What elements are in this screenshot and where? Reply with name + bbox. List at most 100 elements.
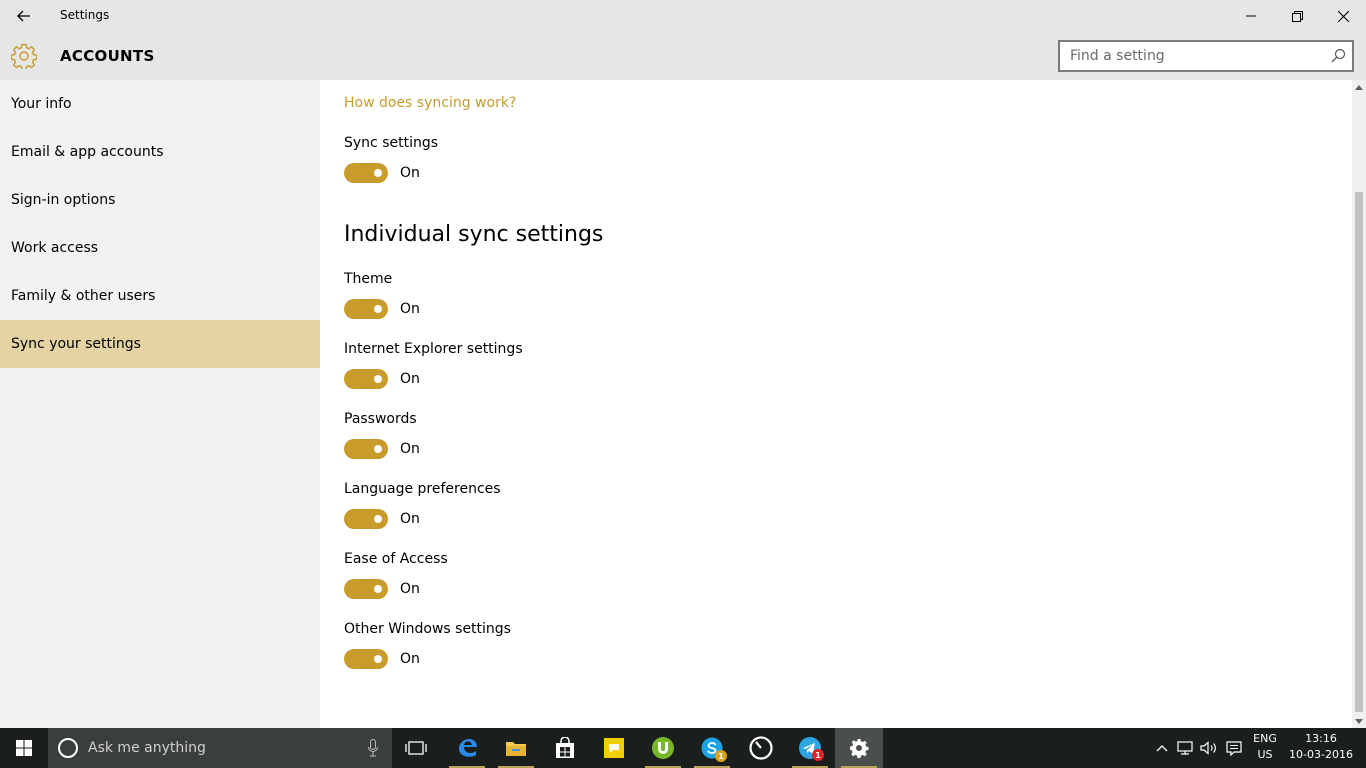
action-center-button[interactable] xyxy=(1222,728,1246,768)
vertical-scrollbar[interactable] xyxy=(1352,80,1366,728)
sidebar-item-family-other-users[interactable]: Family & other users xyxy=(0,272,320,320)
sidebar-item-email-app-accounts[interactable]: Email & app accounts xyxy=(0,128,320,176)
cortana-icon xyxy=(58,738,78,758)
gear-icon xyxy=(11,43,37,69)
task-view-icon xyxy=(405,741,427,755)
cortana-search-box[interactable]: Ask me anything xyxy=(48,728,392,768)
sidebar-item-label: Sign-in options xyxy=(11,192,116,208)
other-windows-settings-row: On xyxy=(344,649,420,669)
ease-of-access-row: On xyxy=(344,579,420,599)
theme-label: Theme xyxy=(344,271,393,287)
toggle-state-text: On xyxy=(400,651,420,667)
search-box[interactable] xyxy=(1058,40,1354,72)
sidebar: Your info Email & app accounts Sign-in o… xyxy=(0,80,320,728)
back-arrow-icon xyxy=(17,10,30,22)
input-language-indicator[interactable]: ENG US xyxy=(1250,731,1280,763)
page-title: ACCOUNTS xyxy=(60,47,155,65)
window-title: Settings xyxy=(60,8,110,22)
volume-button[interactable] xyxy=(1198,728,1220,768)
cortana-search-text: Ask me anything xyxy=(88,740,206,756)
toggle-knob xyxy=(374,375,382,383)
restore-button[interactable] xyxy=(1274,0,1320,32)
search-input[interactable] xyxy=(1060,42,1320,70)
task-view-button[interactable] xyxy=(392,728,440,768)
ease-of-access-toggle[interactable] xyxy=(344,579,388,599)
language-preferences-toggle[interactable] xyxy=(344,509,388,529)
theme-toggle[interactable] xyxy=(344,299,388,319)
toggle-knob xyxy=(374,305,382,313)
sync-settings-toggle[interactable] xyxy=(344,163,388,183)
toggle-state-text: On xyxy=(400,301,420,317)
stopwatch-icon xyxy=(749,736,773,760)
close-button[interactable] xyxy=(1320,0,1366,32)
how-syncing-works-link[interactable]: How does syncing work? xyxy=(344,95,516,111)
settings-taskbar-button[interactable] xyxy=(835,728,883,768)
close-icon xyxy=(1337,10,1349,22)
scroll-thumb[interactable] xyxy=(1355,192,1363,712)
skype-button[interactable]: 1 xyxy=(688,728,736,768)
notification-icon xyxy=(1226,740,1242,756)
sidebar-item-sync-your-settings[interactable]: Sync your settings xyxy=(0,320,320,368)
back-button[interactable] xyxy=(8,0,40,32)
passwords-label: Passwords xyxy=(344,411,417,427)
show-hidden-icons-button[interactable] xyxy=(1152,728,1172,768)
clock[interactable]: 13:16 10-03-2016 xyxy=(1288,731,1354,763)
language-region: US xyxy=(1257,748,1273,761)
windows-logo-icon xyxy=(16,740,32,756)
settings-header: ACCOUNTS xyxy=(0,32,1366,80)
sidebar-item-label: Work access xyxy=(11,240,99,256)
toggle-state-text: On xyxy=(400,371,420,387)
sidebar-item-label: Email & app accounts xyxy=(11,144,164,160)
utorrent-icon xyxy=(652,737,674,759)
language-preferences-label: Language preferences xyxy=(344,481,501,497)
clock-app-button[interactable] xyxy=(737,728,785,768)
ie-settings-toggle[interactable] xyxy=(344,369,388,389)
sidebar-item-your-info[interactable]: Your info xyxy=(0,80,320,128)
store-button[interactable] xyxy=(541,728,589,768)
ie-settings-label: Internet Explorer settings xyxy=(344,341,523,357)
network-button[interactable] xyxy=(1174,728,1196,768)
sidebar-item-label: Sync your settings xyxy=(11,336,141,352)
utorrent-button[interactable] xyxy=(639,728,687,768)
scroll-up-button[interactable] xyxy=(1352,80,1366,94)
passwords-toggle[interactable] xyxy=(344,439,388,459)
taskbar: Ask me anything 1 1 ENG US 13:16 10-03-2… xyxy=(0,728,1366,768)
language-code: ENG xyxy=(1253,732,1277,745)
store-bag-icon xyxy=(556,737,574,758)
sidebar-item-sign-in-options[interactable]: Sign-in options xyxy=(0,176,320,224)
scroll-down-button[interactable] xyxy=(1352,714,1366,728)
toggle-knob xyxy=(374,655,382,663)
theme-row: On xyxy=(344,299,420,319)
other-windows-settings-toggle[interactable] xyxy=(344,649,388,669)
folder-icon xyxy=(506,742,526,756)
toggle-knob xyxy=(374,169,382,177)
chevron-up-icon xyxy=(1156,745,1168,752)
sticky-notes-button[interactable] xyxy=(590,728,638,768)
ie-settings-row: On xyxy=(344,369,420,389)
start-button[interactable] xyxy=(0,728,48,768)
minimize-button[interactable] xyxy=(1228,0,1274,32)
toggle-state-text: On xyxy=(400,165,420,181)
restore-icon xyxy=(1291,10,1303,22)
toggle-knob xyxy=(374,515,382,523)
edge-button[interactable] xyxy=(443,728,491,768)
other-windows-settings-label: Other Windows settings xyxy=(344,621,511,637)
passwords-row: On xyxy=(344,439,420,459)
microphone-icon[interactable] xyxy=(368,739,378,757)
clock-date: 10-03-2016 xyxy=(1289,748,1353,761)
sidebar-item-work-access[interactable]: Work access xyxy=(0,224,320,272)
search-icon[interactable] xyxy=(1330,48,1346,64)
gear-icon xyxy=(850,739,869,758)
sidebar-item-label: Your info xyxy=(11,96,72,112)
toggle-state-text: On xyxy=(400,511,420,527)
clock-time: 13:16 xyxy=(1305,732,1337,745)
file-explorer-button[interactable] xyxy=(492,728,540,768)
language-preferences-row: On xyxy=(344,509,420,529)
telegram-button[interactable]: 1 xyxy=(786,728,834,768)
toggle-knob xyxy=(374,585,382,593)
sync-settings-label: Sync settings xyxy=(344,135,439,151)
sync-settings-row: On xyxy=(344,163,420,183)
toggle-state-text: On xyxy=(400,441,420,457)
main-content: How does syncing work? Sync settings On … xyxy=(320,80,1352,728)
edge-icon xyxy=(459,739,477,757)
